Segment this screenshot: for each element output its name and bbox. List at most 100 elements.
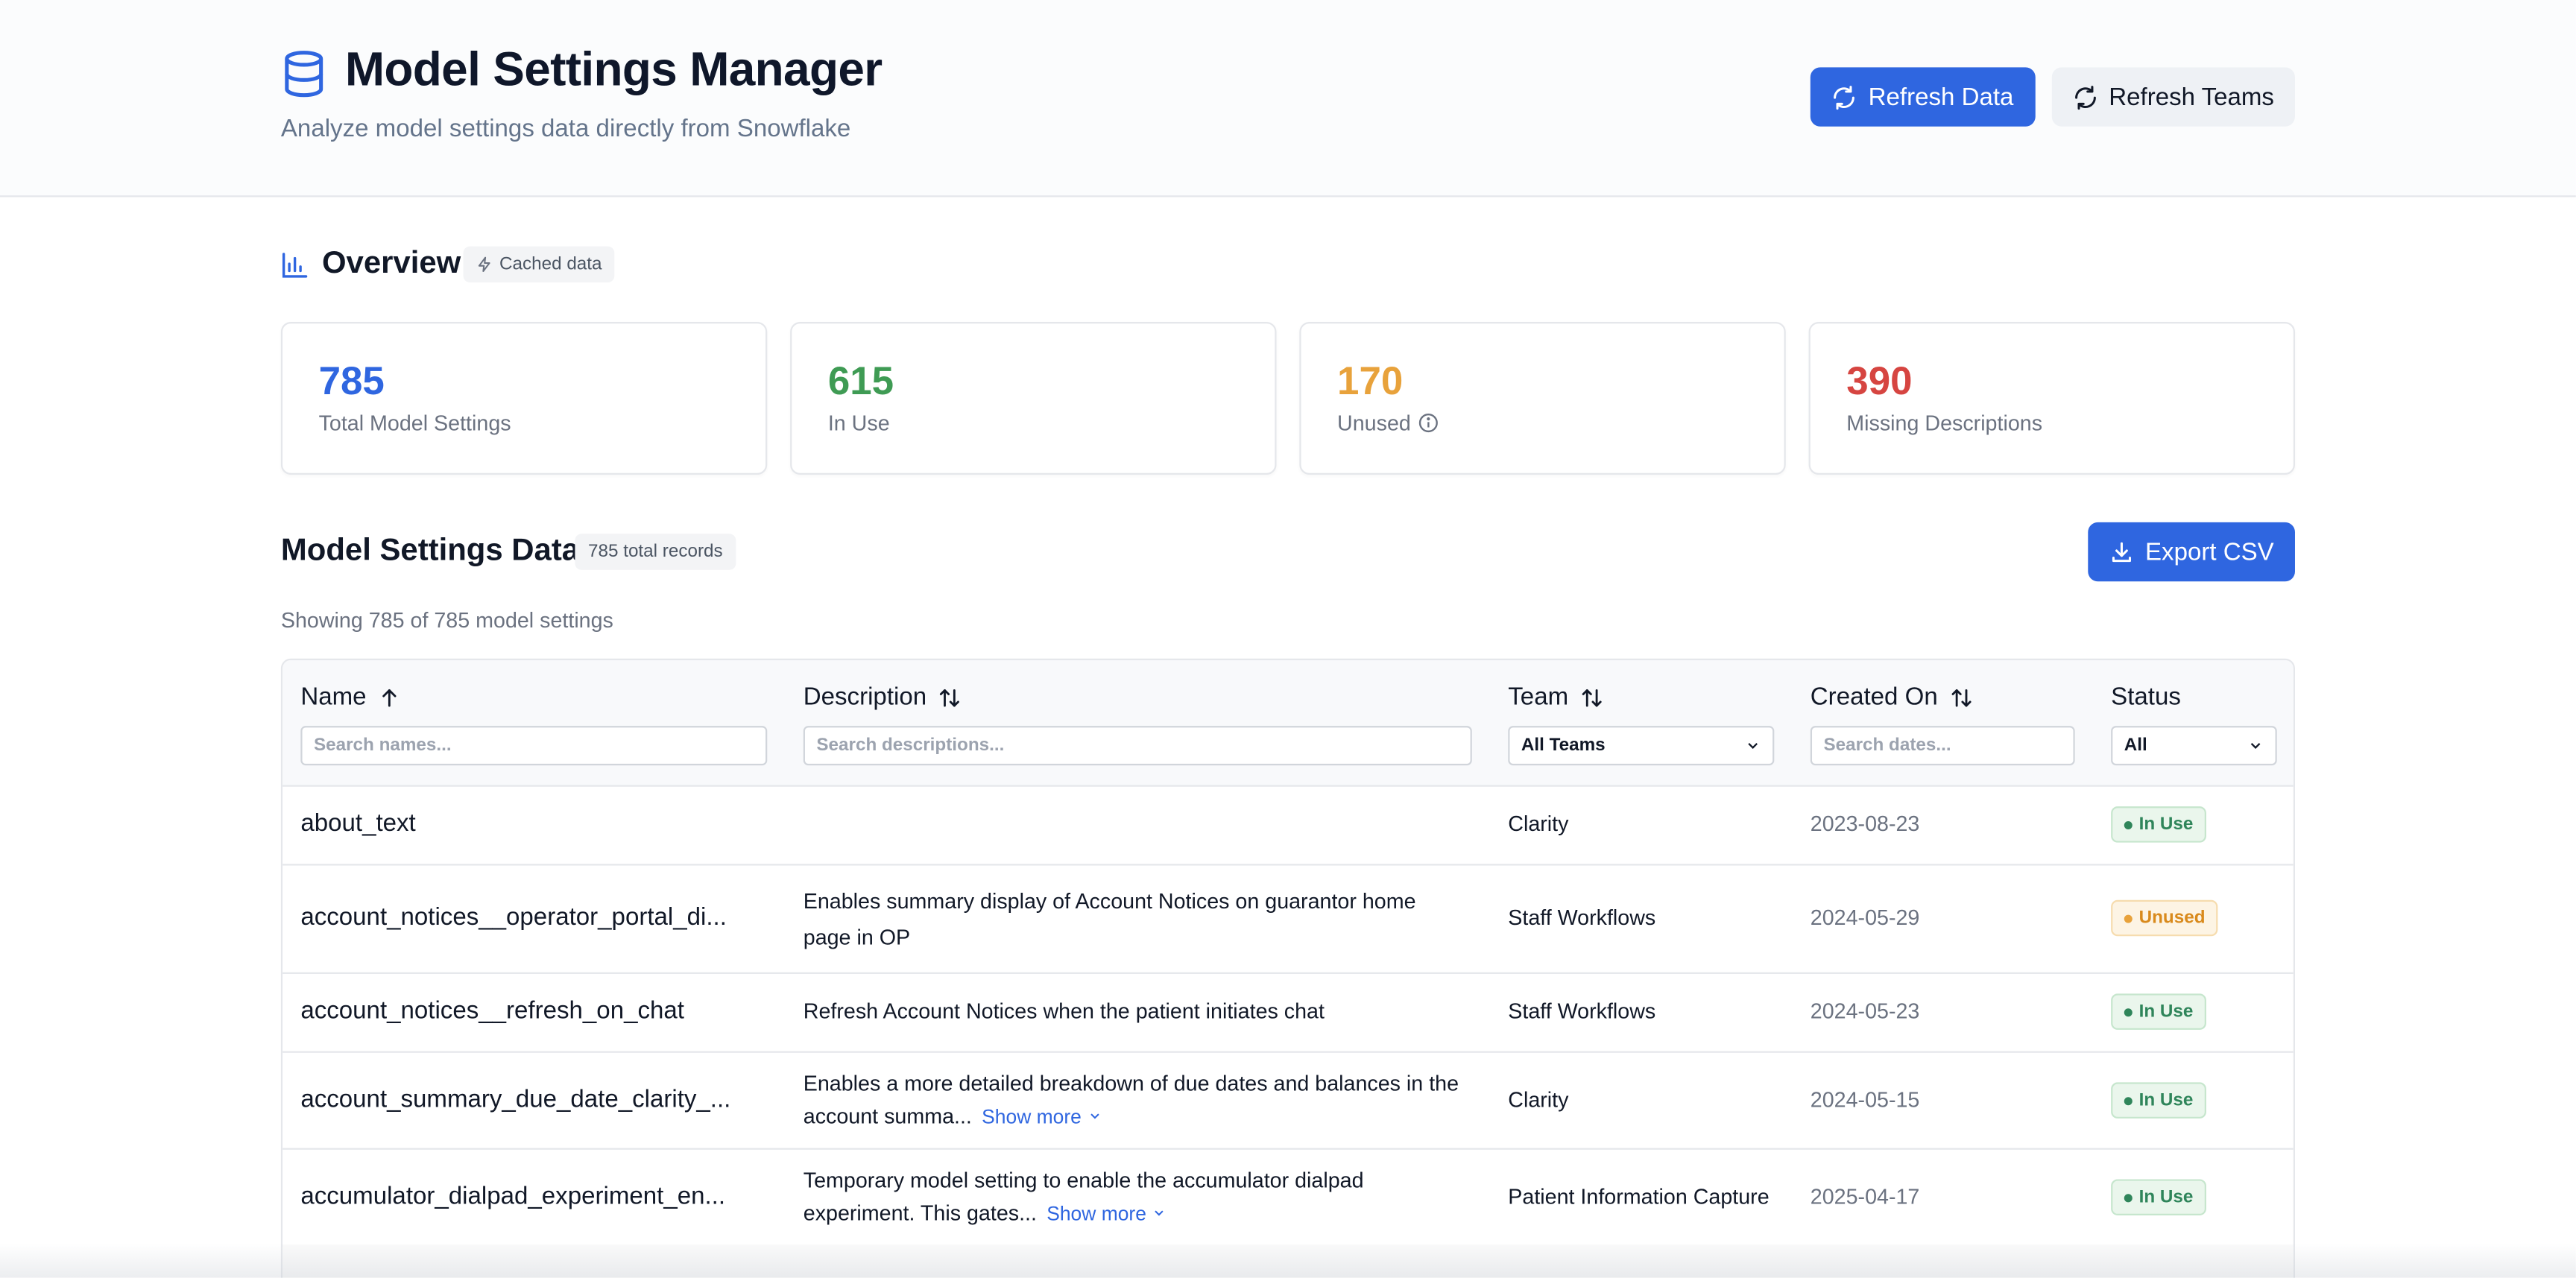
team-filter-value: All Teams bbox=[1521, 736, 1606, 756]
status-badge: Unused bbox=[2111, 899, 2219, 937]
stat-card-missing-descriptions: 390 Missing Descriptions bbox=[1808, 321, 2295, 475]
status-dot bbox=[2124, 914, 2133, 923]
setting-team: Clarity bbox=[1508, 811, 1569, 836]
sort-both-icon bbox=[1951, 688, 1971, 706]
export-csv-button[interactable]: Export CSV bbox=[2088, 522, 2295, 582]
cached-data-label: Cached data bbox=[499, 254, 602, 275]
setting-created-on: 2024-05-23 bbox=[1810, 999, 1920, 1024]
chevron-down-icon bbox=[1155, 1210, 1164, 1216]
status-dot bbox=[2124, 1096, 2133, 1105]
stat-card-in-use: 615 In Use bbox=[790, 321, 1277, 475]
column-label: Status bbox=[2111, 683, 2181, 712]
status-badge: In Use bbox=[2111, 806, 2207, 843]
status-badge: In Use bbox=[2111, 1179, 2207, 1215]
date-search-input[interactable]: Search dates... bbox=[1810, 726, 2075, 766]
setting-created-on: 2024-05-15 bbox=[1810, 1087, 1920, 1113]
stat-label-missing: Missing Descriptions bbox=[1846, 411, 2042, 435]
setting-description-cell: Temporary model setting to enable the ac… bbox=[804, 1165, 1428, 1230]
column-label: Team bbox=[1508, 683, 1569, 712]
bar-chart-icon bbox=[282, 253, 308, 278]
records-count-badge: 785 total records bbox=[575, 534, 736, 570]
info-icon[interactable] bbox=[1418, 412, 1439, 434]
stat-value-unused: 170 bbox=[1337, 359, 1404, 405]
stat-card-total: 785 Total Model Settings bbox=[280, 321, 768, 475]
setting-team: Patient Information Capture bbox=[1508, 1184, 1770, 1209]
setting-name: about_text bbox=[300, 809, 416, 838]
table-row[interactable]: account_notices__operator_portal_di... E… bbox=[282, 864, 2294, 974]
lightning-icon bbox=[478, 256, 490, 273]
status-dot bbox=[2124, 820, 2133, 829]
setting-name: account_notices__refresh_on_chat bbox=[300, 996, 684, 1025]
chevron-down-icon bbox=[1090, 1113, 1099, 1119]
column-label: Name bbox=[300, 683, 367, 712]
name-search-input[interactable]: Search names... bbox=[300, 726, 768, 766]
setting-name: account_notices__operator_portal_di... bbox=[300, 903, 727, 931]
table-row[interactable]: about_text Clarity 2023-08-23 In Use bbox=[282, 785, 2294, 866]
setting-team: Clarity bbox=[1508, 1087, 1569, 1113]
page-header: Model Settings Manager Analyze model set… bbox=[0, 0, 2576, 197]
page-subtitle: Analyze model settings data directly fro… bbox=[280, 115, 851, 143]
refresh-teams-label: Refresh Teams bbox=[2109, 83, 2274, 111]
status-filter-select[interactable]: All bbox=[2111, 726, 2277, 766]
status-badge: In Use bbox=[2111, 993, 2207, 1030]
data-section-title: Model Settings Data bbox=[280, 534, 580, 569]
stat-card-unused: 170 Unused bbox=[1299, 321, 1786, 475]
stat-value-total: 785 bbox=[318, 359, 385, 405]
stat-label-text: Missing Descriptions bbox=[1846, 411, 2043, 436]
status-label: In Use bbox=[2138, 1090, 2194, 1110]
setting-team: Staff Workflows bbox=[1508, 905, 1656, 930]
column-label: Description bbox=[803, 683, 927, 712]
records-count-label: 785 total records bbox=[588, 542, 723, 562]
show-more-link[interactable]: Show more bbox=[1046, 1202, 1167, 1225]
table-header: Name Description Team Created On Status … bbox=[282, 660, 2294, 787]
setting-created-on: 2023-08-23 bbox=[1810, 811, 1920, 836]
stat-value-missing: 390 bbox=[1846, 359, 1913, 405]
column-header-description[interactable]: Description bbox=[804, 683, 962, 711]
column-header-created-on[interactable]: Created On bbox=[1811, 683, 1972, 711]
setting-description-cell: Enables a more detailed breakdown of due… bbox=[804, 1068, 1477, 1133]
table-row[interactable]: account_summary_due_date_clarity_... Ena… bbox=[282, 1051, 2294, 1150]
status-dot bbox=[2124, 1193, 2133, 1202]
column-label: Created On bbox=[1810, 683, 1938, 712]
setting-created-on: 2025-04-17 bbox=[1810, 1184, 1920, 1209]
table-row[interactable]: account_notices__refresh_on_chat Refresh… bbox=[282, 972, 2294, 1053]
stat-value-in-use: 615 bbox=[827, 359, 894, 405]
setting-description: Enables summary display of Account Notic… bbox=[803, 888, 1416, 949]
column-header-team[interactable]: Team bbox=[1508, 683, 1603, 711]
stat-label-unused: Unused bbox=[1337, 411, 1439, 435]
column-header-status: Status bbox=[2111, 683, 2181, 711]
stat-label-text: Unused bbox=[1337, 411, 1411, 436]
page-title: Model Settings Manager bbox=[344, 44, 883, 98]
app-root: Model Settings Manager Analyze model set… bbox=[0, 0, 2576, 1278]
status-label: In Use bbox=[2138, 1002, 2194, 1022]
model-settings-table: Name Description Team Created On Status … bbox=[280, 658, 2295, 1278]
status-dot bbox=[2124, 1007, 2133, 1016]
status-label: In Use bbox=[2138, 814, 2194, 835]
overview-title: Overview bbox=[321, 246, 461, 281]
refresh-teams-button[interactable]: Refresh Teams bbox=[2051, 67, 2295, 127]
setting-created-on: 2024-05-29 bbox=[1810, 905, 1920, 930]
stat-label-total: Total Model Settings bbox=[319, 411, 511, 435]
chevron-down-icon bbox=[2250, 743, 2261, 749]
status-label: In Use bbox=[2138, 1187, 2194, 1207]
team-filter-select[interactable]: All Teams bbox=[1508, 726, 1775, 766]
status-label: Unused bbox=[2138, 908, 2206, 929]
database-icon bbox=[285, 51, 323, 98]
show-more-label: Show more bbox=[982, 1105, 1082, 1129]
window-bottom-shadow bbox=[0, 1243, 2576, 1278]
stat-label-text: Total Model Settings bbox=[318, 411, 511, 436]
description-search-input[interactable]: Search descriptions... bbox=[803, 726, 1472, 766]
sort-ascending-icon bbox=[382, 688, 397, 706]
refresh-data-label: Refresh Data bbox=[1868, 83, 2014, 111]
setting-name: account_summary_due_date_clarity_... bbox=[300, 1085, 731, 1114]
status-badge: In Use bbox=[2111, 1082, 2207, 1119]
sort-both-icon bbox=[1582, 688, 1601, 706]
table-row[interactable]: accumulator_dialpad_experiment_en... Tem… bbox=[282, 1148, 2294, 1247]
chevron-down-icon bbox=[1748, 743, 1758, 749]
column-header-name[interactable]: Name bbox=[300, 683, 400, 711]
show-more-label: Show more bbox=[1046, 1202, 1146, 1226]
setting-team: Staff Workflows bbox=[1508, 999, 1656, 1024]
setting-name: accumulator_dialpad_experiment_en... bbox=[300, 1182, 726, 1211]
refresh-data-button[interactable]: Refresh Data bbox=[1810, 67, 2036, 127]
show-more-link[interactable]: Show more bbox=[982, 1105, 1102, 1128]
